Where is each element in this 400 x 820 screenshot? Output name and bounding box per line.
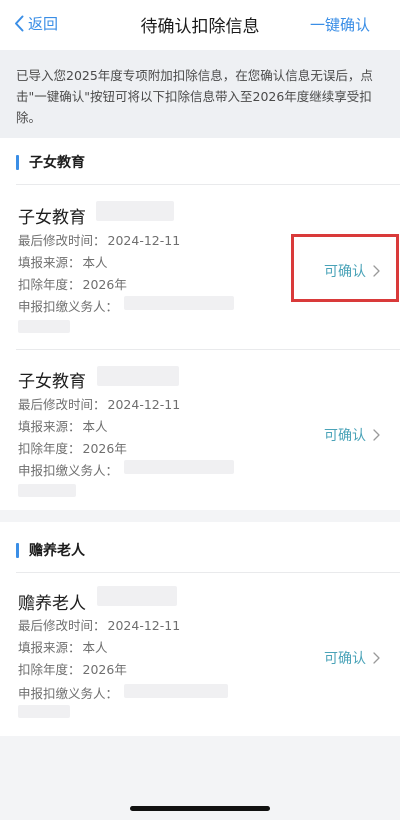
field-label: 最后修改时间： — [18, 233, 106, 248]
field-label: 填报来源： — [18, 255, 81, 270]
redacted-name — [97, 366, 179, 386]
field-deduction-year: 扣除年度： 2026年 — [18, 659, 127, 678]
divider — [16, 184, 400, 185]
field-value: 2026年 — [82, 441, 127, 456]
field-label: 最后修改时间： — [18, 618, 106, 633]
highlight-annotation — [291, 234, 399, 302]
deduction-card[interactable]: 子女教育 最后修改时间： 2024-12-11 填报来源： 本人 扣除年度： 2026… — [0, 349, 400, 509]
field-label: 填报来源： — [18, 640, 81, 655]
redacted-agent — [124, 684, 228, 698]
back-button[interactable]: 返回 — [14, 13, 58, 34]
field-source: 填报来源： 本人 — [18, 637, 108, 656]
redacted-agent — [124, 460, 234, 474]
field-modified-time: 最后修改时间： 2024-12-11 — [18, 615, 180, 634]
field-value: 2024-12-11 — [107, 233, 181, 248]
confirm-label: 可确认 — [324, 651, 366, 667]
section-elderly-support: 赡养老人 赡养老人 最后修改时间： 2024-12-11 填报来源： 本人 扣除年度… — [0, 522, 400, 736]
confirm-all-button[interactable]: 一键确认 — [310, 14, 370, 35]
divider — [16, 572, 400, 573]
confirm-button[interactable]: 可确认 — [324, 648, 380, 668]
redacted-agent — [18, 320, 70, 333]
field-modified-time: 最后修改时间： 2024-12-11 — [18, 394, 180, 413]
field-source: 填报来源： 本人 — [18, 416, 108, 435]
field-value: 2024-12-11 — [107, 397, 181, 412]
field-value: 2026年 — [82, 662, 127, 677]
confirm-button[interactable]: 可确认 — [324, 425, 380, 445]
field-value: 2026年 — [82, 277, 127, 292]
field-label: 申报扣缴义务人： — [18, 463, 119, 478]
section-children-education: 子女教育 子女教育 最后修改时间： 2024-12-11 填报来源： 本人 扣除年度… — [0, 138, 400, 510]
field-label: 扣除年度： — [18, 441, 81, 456]
field-modified-time: 最后修改时间： 2024-12-11 — [18, 230, 180, 249]
chevron-right-icon — [373, 652, 380, 664]
notice-banner: 已导入您2025年度专项附加扣除信息，在您确认信息无误后，点击"一键确认"按钮可… — [0, 50, 400, 138]
field-withholding-agent: 申报扣缴义务人： — [18, 683, 118, 702]
field-value: 2024-12-11 — [107, 618, 181, 633]
field-label: 申报扣缴义务人： — [18, 686, 119, 701]
deduction-card[interactable]: 赡养老人 最后修改时间： 2024-12-11 填报来源： 本人 扣除年度： 2026… — [0, 572, 400, 736]
field-deduction-year: 扣除年度： 2026年 — [18, 274, 127, 293]
back-label: 返回 — [28, 15, 59, 33]
redacted-name — [96, 201, 174, 221]
field-source: 填报来源： 本人 — [18, 252, 108, 271]
divider — [16, 349, 400, 350]
chevron-right-icon — [373, 429, 380, 441]
section-header: 子女教育 — [16, 152, 85, 172]
chevron-left-icon — [15, 15, 24, 32]
field-value: 本人 — [82, 640, 108, 655]
home-indicator — [130, 806, 270, 811]
section-header: 赡养老人 — [16, 540, 85, 560]
nav-bar: 返回 待确认扣除信息 一键确认 — [0, 0, 400, 50]
redacted-name — [97, 586, 177, 606]
section-accent-bar — [16, 154, 19, 170]
card-title: 子女教育 — [18, 372, 86, 392]
field-value: 本人 — [82, 419, 108, 434]
confirm-label: 可确认 — [324, 428, 366, 444]
notice-text: 已导入您2025年度专项附加扣除信息，在您确认信息无误后，点击"一键确认"按钮可… — [16, 68, 373, 125]
field-label: 填报来源： — [18, 419, 81, 434]
section-accent-bar — [16, 542, 19, 558]
field-label: 扣除年度： — [18, 277, 81, 292]
section-title: 子女教育 — [29, 155, 85, 171]
redacted-agent — [18, 484, 76, 497]
field-label: 扣除年度： — [18, 662, 81, 677]
section-title: 赡养老人 — [29, 543, 85, 559]
field-withholding-agent: 申报扣缴义务人： — [18, 460, 118, 479]
field-label: 申报扣缴义务人： — [18, 299, 119, 314]
card-title: 赡养老人 — [18, 594, 86, 614]
redacted-agent — [124, 296, 234, 310]
field-value: 本人 — [82, 255, 108, 270]
field-label: 最后修改时间： — [18, 397, 106, 412]
card-title: 子女教育 — [18, 208, 86, 228]
redacted-agent — [18, 705, 70, 718]
field-withholding-agent: 申报扣缴义务人： — [18, 296, 118, 315]
field-deduction-year: 扣除年度： 2026年 — [18, 438, 127, 457]
